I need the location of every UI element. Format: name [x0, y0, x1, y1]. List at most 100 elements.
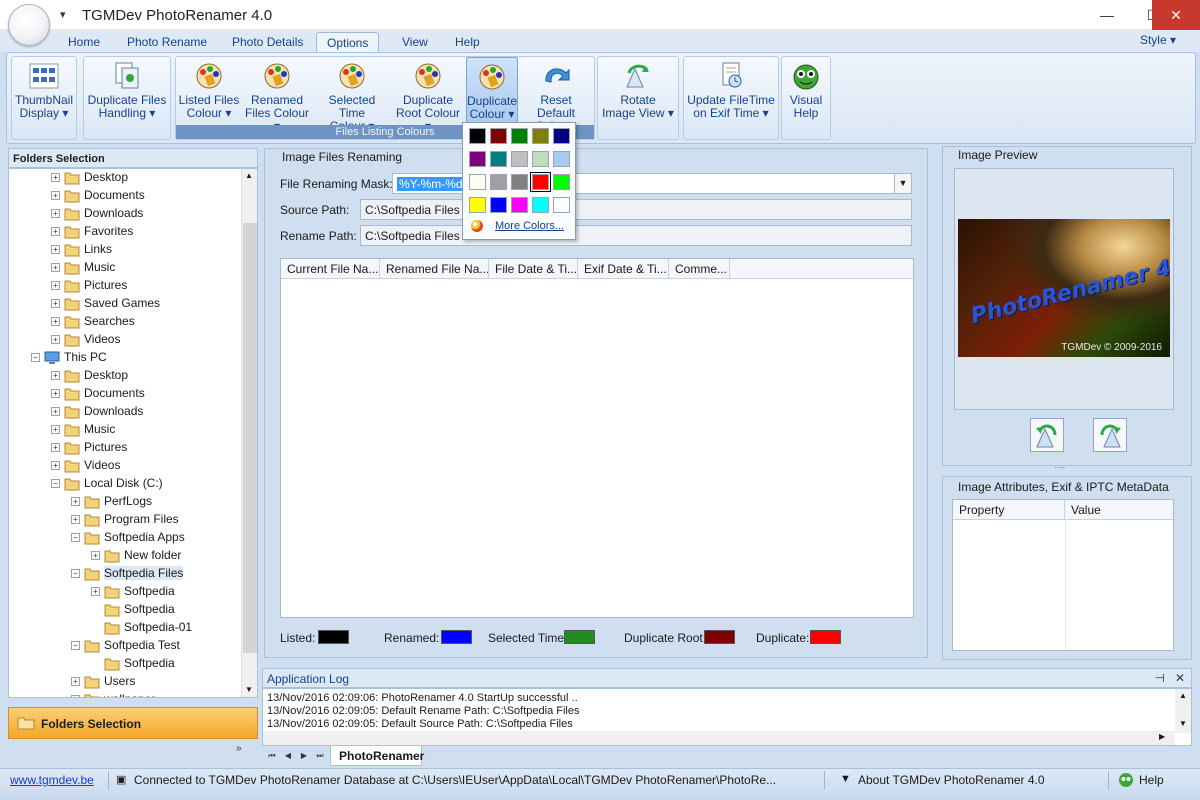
- collapse-icon[interactable]: −: [71, 533, 80, 543]
- tree-item[interactable]: Softpedia-01: [91, 618, 192, 636]
- tree-item[interactable]: + Documents: [51, 384, 145, 402]
- tree-item[interactable]: + wallpaper: [71, 690, 155, 697]
- expand-icon[interactable]: +: [51, 173, 60, 183]
- expand-icon[interactable]: +: [51, 191, 60, 201]
- about-link[interactable]: About TGMDev PhotoRenamer 4.0: [858, 773, 1045, 787]
- expand-icon[interactable]: +: [51, 281, 60, 291]
- thumbnail-display-button[interactable]: ThumbNail Display ▾: [14, 57, 74, 127]
- expand-icon[interactable]: +: [51, 227, 60, 237]
- column-renamed-file[interactable]: Renamed File Na...: [380, 259, 489, 278]
- colour-swatch[interactable]: [553, 151, 570, 167]
- colour-swatch[interactable]: [490, 174, 507, 190]
- colour-swatch[interactable]: [532, 128, 549, 144]
- colour-swatch[interactable]: [469, 174, 486, 190]
- collapse-icon[interactable]: −: [71, 641, 80, 651]
- expand-icon[interactable]: +: [51, 263, 60, 273]
- column-property[interactable]: Property: [953, 500, 1065, 519]
- colour-swatch[interactable]: [532, 151, 549, 167]
- colour-swatch[interactable]: [553, 174, 570, 190]
- tree-item[interactable]: Softpedia: [91, 654, 175, 672]
- scroll-down-icon[interactable]: ▼: [1179, 719, 1187, 728]
- chevron-down-icon[interactable]: ▼: [894, 174, 911, 193]
- tree-item[interactable]: − Softpedia Test: [71, 636, 180, 654]
- splitter-grip[interactable]: ....: [1054, 460, 1065, 471]
- tree-item[interactable]: + Music: [51, 258, 115, 276]
- colour-swatch[interactable]: [511, 197, 528, 213]
- colour-swatch[interactable]: [490, 197, 507, 213]
- update-filetime-button[interactable]: Update FileTime on Exif Time ▾: [686, 57, 776, 127]
- duplicate-files-handling-button[interactable]: Duplicate Files Handling ▾: [86, 57, 168, 127]
- colour-swatch[interactable]: [469, 128, 486, 144]
- tree-item[interactable]: − Local Disk (C:): [51, 474, 163, 492]
- expand-icon[interactable]: +: [51, 407, 60, 417]
- rotate-image-view-button[interactable]: Rotate Image View ▾: [600, 57, 676, 127]
- collapse-icon[interactable]: −: [71, 569, 80, 579]
- tree-item[interactable]: − This PC: [31, 348, 107, 366]
- expand-icon[interactable]: +: [51, 371, 60, 381]
- collapse-icon[interactable]: −: [31, 353, 40, 363]
- colour-swatch[interactable]: [511, 174, 528, 190]
- tree-item[interactable]: + Desktop: [51, 169, 128, 186]
- column-current-file[interactable]: Current File Na...: [281, 259, 380, 278]
- column-file-date[interactable]: File Date & Ti...: [489, 259, 578, 278]
- prev-tab-icon[interactable]: ◀: [282, 750, 294, 762]
- expand-icon[interactable]: +: [91, 587, 100, 597]
- tree-item[interactable]: + Links: [51, 240, 112, 258]
- colour-swatch[interactable]: [511, 151, 528, 167]
- website-link[interactable]: www.tgmdev.be: [10, 773, 94, 787]
- expand-icon[interactable]: +: [71, 515, 80, 525]
- tree-scrollbar[interactable]: ▲ ▼: [241, 169, 257, 697]
- tab-view[interactable]: View: [392, 32, 438, 52]
- next-tab-icon[interactable]: ▶: [298, 750, 310, 762]
- tree-item[interactable]: + Documents: [51, 186, 145, 204]
- application-menu-button[interactable]: [8, 4, 50, 46]
- expand-icon[interactable]: +: [51, 245, 60, 255]
- minimize-button[interactable]: —: [1084, 0, 1130, 30]
- style-menu[interactable]: Style ▾: [1140, 33, 1176, 47]
- colour-swatch[interactable]: [511, 128, 528, 144]
- tree-item[interactable]: + Desktop: [51, 366, 128, 384]
- renamed-files-colour-button[interactable]: Renamed Files Colour ▾: [242, 57, 312, 133]
- colour-swatch[interactable]: [490, 151, 507, 167]
- tree-item[interactable]: + New folder: [91, 546, 181, 564]
- tree-item[interactable]: + Videos: [51, 456, 120, 474]
- column-value[interactable]: Value: [1065, 500, 1173, 519]
- rotate-left-button[interactable]: [1030, 418, 1064, 452]
- tree-item[interactable]: + Videos: [51, 330, 120, 348]
- log-vertical-scrollbar[interactable]: ▲ ▼: [1175, 689, 1191, 733]
- scroll-up-icon[interactable]: ▲: [245, 171, 253, 180]
- collapse-icon[interactable]: −: [51, 479, 60, 489]
- close-button[interactable]: ✕: [1152, 0, 1200, 30]
- expand-icon[interactable]: +: [51, 461, 60, 471]
- tree-item[interactable]: + Favorites: [51, 222, 133, 240]
- tree-item[interactable]: + Pictures: [51, 276, 127, 294]
- tree-item[interactable]: + PerfLogs: [71, 492, 152, 510]
- source-path-field[interactable]: C:\Softpedia Files: [360, 199, 912, 220]
- colour-swatch[interactable]: [469, 197, 486, 213]
- tab-photo-details[interactable]: Photo Details: [222, 32, 313, 52]
- listed-files-colour-button[interactable]: Listed Files Colour ▾: [178, 57, 240, 127]
- expand-icon[interactable]: +: [71, 677, 80, 687]
- expand-icon[interactable]: +: [71, 695, 80, 697]
- colour-swatch[interactable]: [469, 151, 486, 167]
- tree-item[interactable]: + Downloads: [51, 402, 143, 420]
- reset-default-colours-button[interactable]: Reset Default Colours: [520, 57, 592, 133]
- colour-swatch[interactable]: [532, 197, 549, 213]
- colour-swatch[interactable]: [553, 197, 570, 213]
- tree-item[interactable]: + Saved Games: [51, 294, 160, 312]
- more-colors-item[interactable]: More Colors...: [467, 220, 571, 238]
- files-grid[interactable]: Current File Na... Renamed File Na... Fi…: [280, 258, 914, 618]
- tab-home[interactable]: Home: [58, 32, 110, 52]
- tree-item[interactable]: + Pictures: [51, 438, 127, 456]
- close-icon[interactable]: ✕: [1175, 671, 1185, 685]
- scroll-down-icon[interactable]: ▼: [245, 685, 253, 694]
- duplicate-root-colour-button[interactable]: Duplicate Root Colour ▾: [392, 57, 464, 133]
- tree-item[interactable]: − Softpedia Files: [71, 564, 184, 582]
- quick-access-arrow[interactable]: ▾: [60, 8, 66, 21]
- tree-item[interactable]: Softpedia: [91, 600, 175, 618]
- last-tab-icon[interactable]: ⏭: [314, 750, 326, 762]
- selected-time-colour-button[interactable]: Selected Time Colour ▾: [314, 57, 390, 133]
- expand-icon[interactable]: +: [51, 299, 60, 309]
- tree-item[interactable]: + Music: [51, 420, 115, 438]
- first-tab-icon[interactable]: ⏮: [266, 750, 278, 762]
